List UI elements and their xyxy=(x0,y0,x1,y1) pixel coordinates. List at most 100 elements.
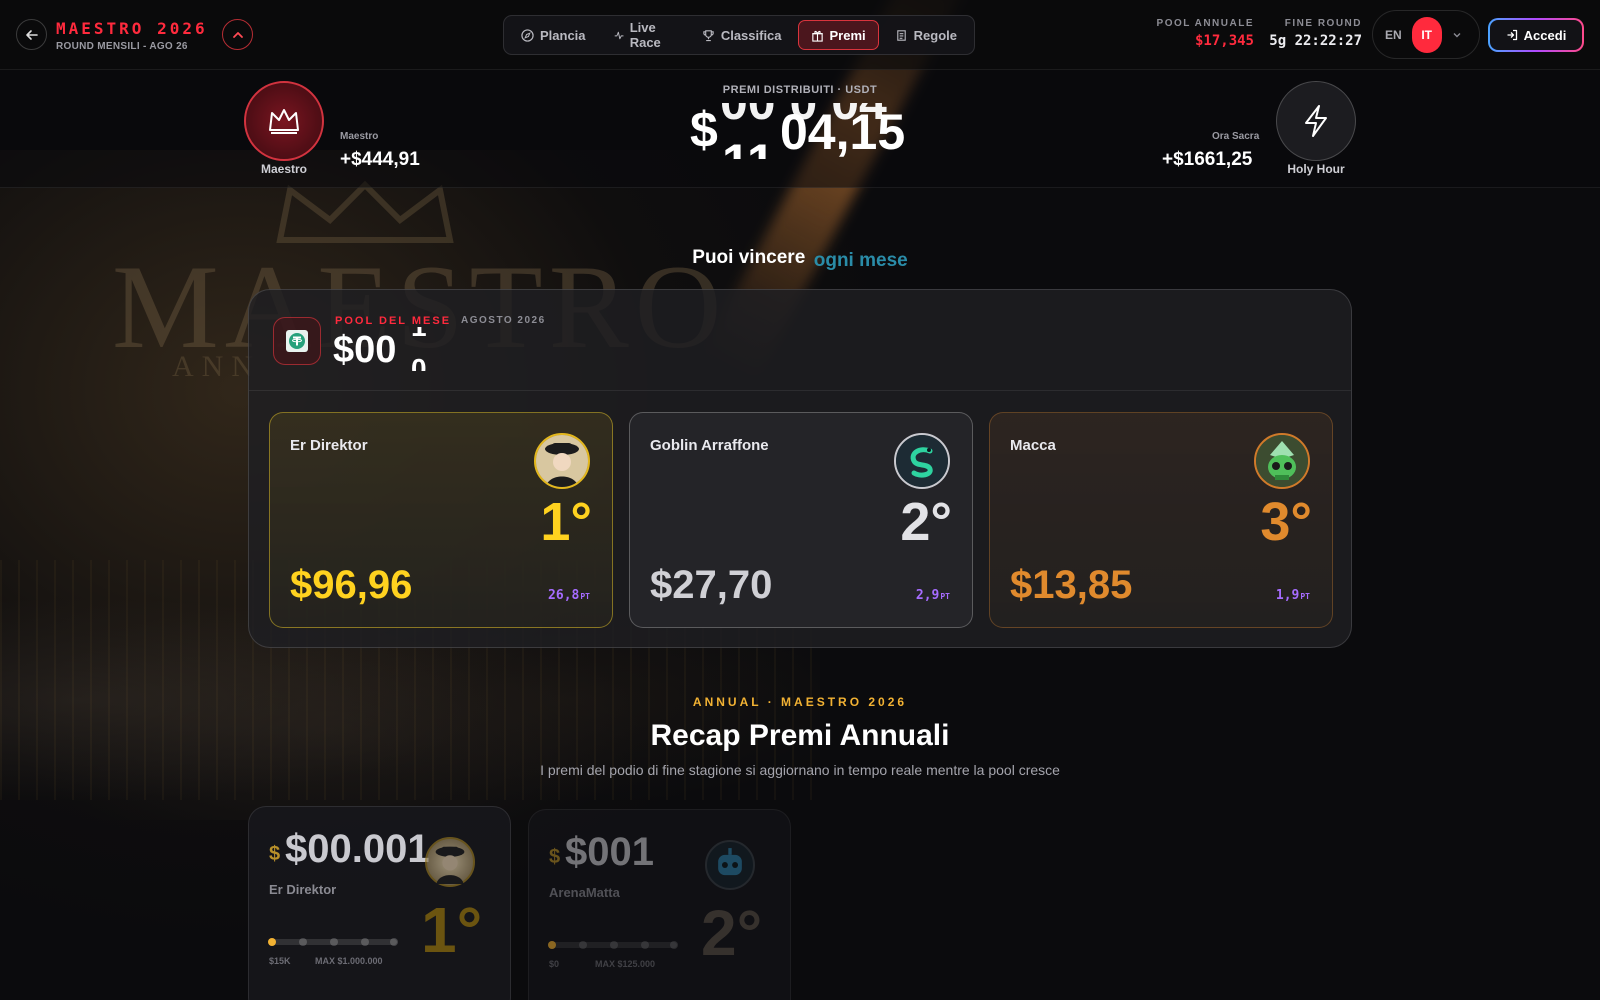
nav-live-race-label: Live Race xyxy=(629,20,661,50)
annual-prize-digits: $001 xyxy=(565,830,654,872)
podium-points: 1,9PT xyxy=(1276,588,1310,603)
lang-it-option[interactable]: IT xyxy=(1411,16,1442,53)
annual-player-name: Er Direktor xyxy=(269,882,337,897)
tether-icon xyxy=(273,317,321,365)
annual-progress-track xyxy=(548,941,678,949)
monthly-pool-amount-digits: $00 xyxy=(333,329,397,371)
player-avatar xyxy=(705,840,755,890)
login-icon xyxy=(1507,29,1517,41)
monthly-pool-label: POOL DEL MESE xyxy=(335,315,452,327)
monthly-pool-amount-rolling-bottom: 0 xyxy=(411,353,427,371)
collapse-button[interactable] xyxy=(222,19,253,50)
podium-player-name: Macca xyxy=(1010,437,1056,454)
progress-step xyxy=(548,941,556,949)
nav-regole-label: Regole xyxy=(913,27,957,43)
monthly-pool-amount-rolling-top: 1 xyxy=(411,327,427,343)
holy-hour-badge xyxy=(1276,81,1356,161)
progress-step xyxy=(268,938,276,946)
director-avatar-icon xyxy=(536,435,588,487)
annual-rank: 1° xyxy=(421,894,483,966)
monthly-pool-month: AGOSTO 2026 xyxy=(461,315,546,326)
annual-player-name: ArenaMatta xyxy=(549,885,620,900)
podium-rank: 1° xyxy=(540,492,592,552)
nav-plancia[interactable]: Plancia xyxy=(509,20,598,50)
holy-hour-prize-label: Ora Sacra xyxy=(1212,131,1260,142)
annual-card-first[interactable]: $ $00.001 Er Direktor 1° $15K MAX $1.000… xyxy=(248,806,511,1000)
podium-points: 2,9PT xyxy=(916,588,950,603)
annual-prize-currency: $ xyxy=(269,843,281,865)
headline-accent: ogni mese xyxy=(813,250,908,271)
podium-card-second[interactable]: Goblin Arraffone 2° $27,70 2,9PT xyxy=(629,412,973,628)
podium-points-unit: PT xyxy=(1300,592,1310,601)
podium-rank: 2° xyxy=(900,492,952,552)
brand-title: MAESTRO 2026 xyxy=(56,19,208,38)
podium-card-third[interactable]: Macca 3° $13,85 1,9PT xyxy=(989,412,1333,628)
lightning-icon xyxy=(1305,105,1327,137)
login-label: Accedi xyxy=(1523,27,1567,43)
tether-logo xyxy=(286,330,308,352)
podium-points-unit: PT xyxy=(580,592,590,601)
annual-title: Recap Premi Annuali xyxy=(650,719,950,752)
distributed-digits-rolling-bottom: 11 xyxy=(722,133,775,159)
annual-progress-track xyxy=(268,938,398,946)
maestro-badge-caption: Maestro xyxy=(260,162,307,176)
distributed-currency: $ xyxy=(690,103,718,158)
holy-hour-badge-caption: Holy Hour xyxy=(1287,162,1345,176)
podium-prize: $96,96 xyxy=(290,563,413,607)
language-switcher[interactable]: EN IT xyxy=(1372,10,1480,59)
progress-step xyxy=(670,941,678,949)
podium-card-first[interactable]: Er Direktor 1° $96,96 26,8PT xyxy=(269,412,613,628)
nav-live-race[interactable]: Live Race xyxy=(602,20,686,50)
distributed-digits: 04,15 xyxy=(780,104,906,159)
podium-player-name: Goblin Arraffone xyxy=(650,437,769,454)
pool-annuale-label: POOL ANNUALE xyxy=(1156,18,1254,29)
pulse-icon xyxy=(614,31,623,39)
trophy-icon xyxy=(703,29,714,41)
chevron-down-icon xyxy=(1453,32,1461,37)
podium-points: 26,8PT xyxy=(548,588,590,603)
snake-avatar-icon xyxy=(896,435,948,487)
player-avatar xyxy=(534,433,590,489)
brand-subtitle: ROUND MENSILI - AGO 26 xyxy=(56,41,188,52)
annual-card-second[interactable]: $ $001 ArenaMatta 2° $0 MAX $125.000 xyxy=(528,809,791,1000)
podium-player-name: Er Direktor xyxy=(290,437,368,454)
nav-premi-label: Premi xyxy=(829,27,866,43)
podium-points-value: 1,9 xyxy=(1275,588,1300,603)
robot-avatar-icon xyxy=(718,848,742,876)
login-button[interactable]: Accedi xyxy=(1488,18,1584,52)
monthly-pool-header: POOL DEL MESE AGOSTO 2026 $00 1 0 xyxy=(249,290,1351,391)
holy-hour-prize-value: +$1661,25 xyxy=(1162,149,1253,170)
pool-annuale-stat: POOL ANNUALE $17,345 xyxy=(1150,18,1254,49)
podium-prize: $13,85 xyxy=(1010,563,1133,607)
distributed-label: PREMI DISTRIBUITI · USDT xyxy=(722,84,878,96)
nav-premi[interactable]: Premi xyxy=(797,20,879,50)
main-nav: Plancia Live Race Classifica Premi Regol… xyxy=(503,15,975,55)
headline: Puoi vincere ogni mese xyxy=(0,247,1600,271)
lang-en-option[interactable]: EN xyxy=(1385,28,1402,42)
maestro-prize-value: +$444,91 xyxy=(340,149,420,170)
annual-min-label: $15K xyxy=(269,956,291,966)
podium-points-value: 2,9 xyxy=(915,588,940,603)
annual-min-label: $0 xyxy=(549,959,560,969)
crown-icon xyxy=(269,109,299,134)
nav-classifica[interactable]: Classifica xyxy=(690,20,794,50)
chevron-up-icon xyxy=(232,31,243,38)
podium-prize: $27,70 xyxy=(650,563,773,607)
skull-avatar-icon xyxy=(1256,435,1308,487)
nav-plancia-label: Plancia xyxy=(540,27,586,43)
progress-step xyxy=(361,938,369,946)
annual-prize-digits: $00.001 xyxy=(285,827,430,869)
progress-step xyxy=(641,941,649,949)
nav-classifica-label: Classifica xyxy=(720,27,782,43)
monthly-pool-amount: $00 1 0 xyxy=(333,327,453,371)
progress-step xyxy=(390,938,398,946)
annual-max-label: MAX $125.000 xyxy=(595,959,656,969)
monthly-pool-card: POOL DEL MESE AGOSTO 2026 $00 1 0 Er Dir… xyxy=(248,289,1352,648)
annual-kicker: ANNUAL · MAESTRO 2026 xyxy=(692,695,908,709)
progress-step xyxy=(610,941,618,949)
podium-points-unit: PT xyxy=(940,592,950,601)
back-button[interactable] xyxy=(16,19,47,50)
director-avatar-icon xyxy=(435,846,465,884)
nav-regole[interactable]: Regole xyxy=(883,20,969,50)
annual-prize-currency: $ xyxy=(549,846,561,868)
